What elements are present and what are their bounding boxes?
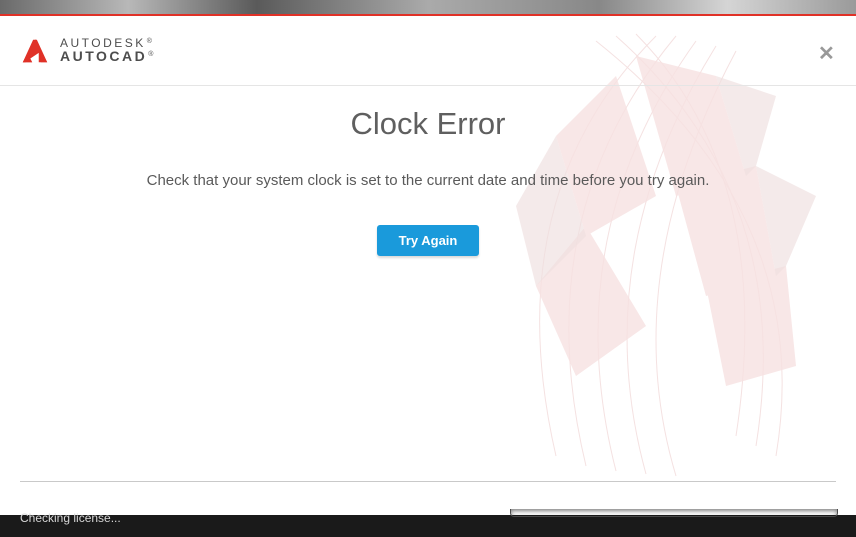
footer-input-slot: [510, 509, 838, 517]
close-button[interactable]: ✕: [818, 48, 834, 64]
error-dialog: AUTODESK AUTOCAD ✕ Clock Error Check tha…: [0, 16, 856, 516]
error-title: Clock Error: [0, 106, 856, 142]
status-bar: Checking license...: [0, 515, 856, 537]
brand-logo: AUTODESK AUTOCAD: [20, 36, 155, 66]
footer-divider: [20, 481, 836, 482]
product-name: AUTOCAD: [60, 49, 155, 64]
window-chrome-strip: [0, 0, 856, 16]
try-again-button[interactable]: Try Again: [377, 225, 480, 256]
error-message: Check that your system clock is set to t…: [0, 172, 856, 189]
autodesk-logo-icon: [20, 36, 50, 66]
dialog-header: AUTODESK AUTOCAD ✕: [0, 16, 856, 86]
status-text: Checking license...: [20, 511, 121, 525]
dialog-content: Clock Error Check that your system clock…: [0, 86, 856, 256]
brand-text: AUTODESK AUTOCAD: [60, 37, 155, 64]
close-icon: ✕: [818, 43, 835, 65]
